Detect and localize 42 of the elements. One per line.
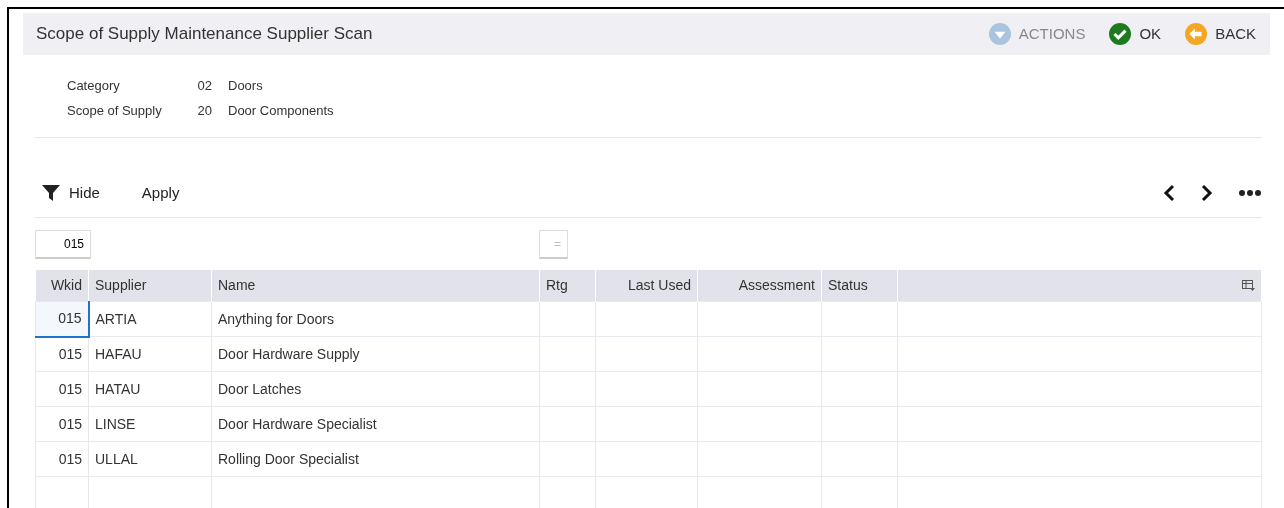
table-cell: Door Latches <box>211 371 540 407</box>
window-title: Scope of Supply Maintenance Supplier Scan <box>36 23 373 46</box>
filter-icon <box>41 184 61 203</box>
column-header[interactable]: Status <box>821 269 898 302</box>
field-code: 20 <box>196 102 212 120</box>
table-cell: HAFAU <box>88 336 212 372</box>
hide-filter-button[interactable]: Hide <box>35 182 106 205</box>
field-label: Scope of Supply <box>67 102 163 120</box>
column-header[interactable]: Supplier <box>88 269 212 302</box>
field-value: Doors <box>228 77 263 95</box>
table-cell: ULLAL <box>88 441 212 477</box>
field-code: 02 <box>196 77 212 95</box>
ok-button[interactable]: OK <box>1109 22 1162 46</box>
table-cell: Door Hardware Specialist <box>211 406 540 442</box>
table-cell: 015 <box>35 301 89 337</box>
column-header[interactable]: Wkid <box>35 269 89 302</box>
column-header[interactable]: Assessment <box>697 269 822 302</box>
table-cell: Rolling Door Specialist <box>211 441 540 477</box>
table-cell: LINSE <box>88 406 212 442</box>
table-cell: HATAU <box>88 371 212 407</box>
table-cell: Door Hardware Supply <box>211 336 540 372</box>
column-header[interactable]: Name <box>211 269 540 302</box>
table-cell: 015 <box>35 441 89 477</box>
table-cell: 015 <box>35 371 89 407</box>
filter-field[interactable]: 015 <box>35 229 91 259</box>
column-header[interactable]: Last Used <box>595 269 698 302</box>
table-cell: Anything for Doors <box>211 301 540 337</box>
field-label: Category <box>67 77 121 95</box>
apply-button[interactable]: Apply <box>135 182 186 205</box>
more-icon[interactable] <box>1238 189 1262 198</box>
table-cell: ARTIA <box>88 301 212 337</box>
next-icon[interactable] <box>1200 184 1214 203</box>
table-cell: 015 <box>35 336 89 372</box>
back-button[interactable]: BACK <box>1185 22 1256 46</box>
column-chooser-icon[interactable] <box>1242 280 1255 293</box>
dropdown-icon <box>988 23 1011 45</box>
previous-icon[interactable] <box>1162 184 1176 203</box>
check-icon <box>1109 23 1132 45</box>
column-header[interactable]: Rtg <box>539 269 596 302</box>
field-value: Door Components <box>228 102 334 120</box>
table-cell: 015 <box>35 406 89 442</box>
filter-field[interactable]: = <box>539 229 568 259</box>
